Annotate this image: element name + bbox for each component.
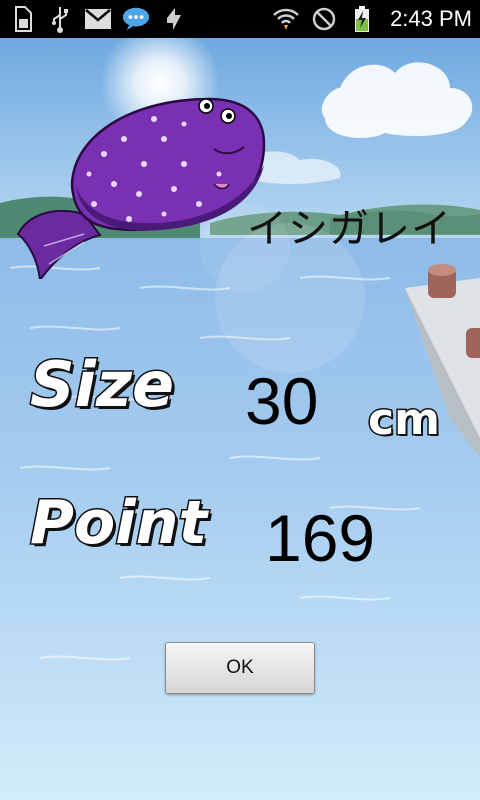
fish-name: イシガレイ — [247, 206, 452, 252]
status-clock: 2:43 PM — [390, 6, 472, 31]
point-value: 169 — [265, 501, 376, 575]
ok-button[interactable]: OK — [165, 642, 315, 694]
sd-card-icon — [8, 5, 36, 33]
usb-icon — [46, 5, 74, 33]
point-label: Point — [28, 487, 208, 560]
sync-icon — [160, 5, 188, 33]
size-value: 30 — [245, 364, 319, 438]
status-bar: 2:43 PM — [0, 0, 480, 38]
status-bar-notifications — [8, 4, 188, 34]
size-label: Size — [28, 347, 175, 423]
wifi-icon — [272, 5, 300, 33]
gmail-icon — [84, 5, 112, 33]
game-result-screen: イシガレイ Size 30 cm Point 169 OK — [0, 38, 480, 800]
size-unit: cm — [367, 393, 442, 447]
no-signal-icon — [310, 5, 338, 33]
battery-charging-icon — [348, 5, 376, 33]
status-bar-system: 2:43 PM — [272, 4, 472, 34]
chat-icon — [122, 5, 150, 33]
flounder-fish-image — [16, 97, 266, 279]
